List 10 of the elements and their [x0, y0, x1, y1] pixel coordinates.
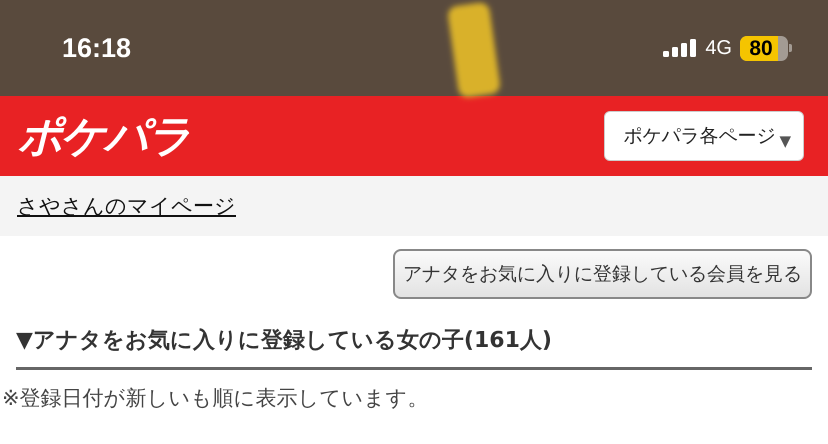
- view-members-button[interactable]: アナタをお気に入りに登録している会員を見る: [393, 249, 812, 299]
- page-menu-dropdown[interactable]: ポケパラ各ページ ▼: [604, 111, 804, 161]
- site-logo[interactable]: ポケパラ: [18, 106, 190, 166]
- sort-note: ※登録日付が新しいも順に表示しています。: [1, 385, 430, 412]
- mypage-link[interactable]: さやさんのマイページ: [17, 192, 236, 220]
- clock-time: 16:18: [62, 32, 132, 64]
- signal-icon: [663, 39, 698, 57]
- section-heading: ▼アナタをお気に入りに登録している女の子(161人): [16, 325, 812, 370]
- battery-percent: 80: [748, 36, 774, 60]
- network-type: 4G: [705, 36, 732, 60]
